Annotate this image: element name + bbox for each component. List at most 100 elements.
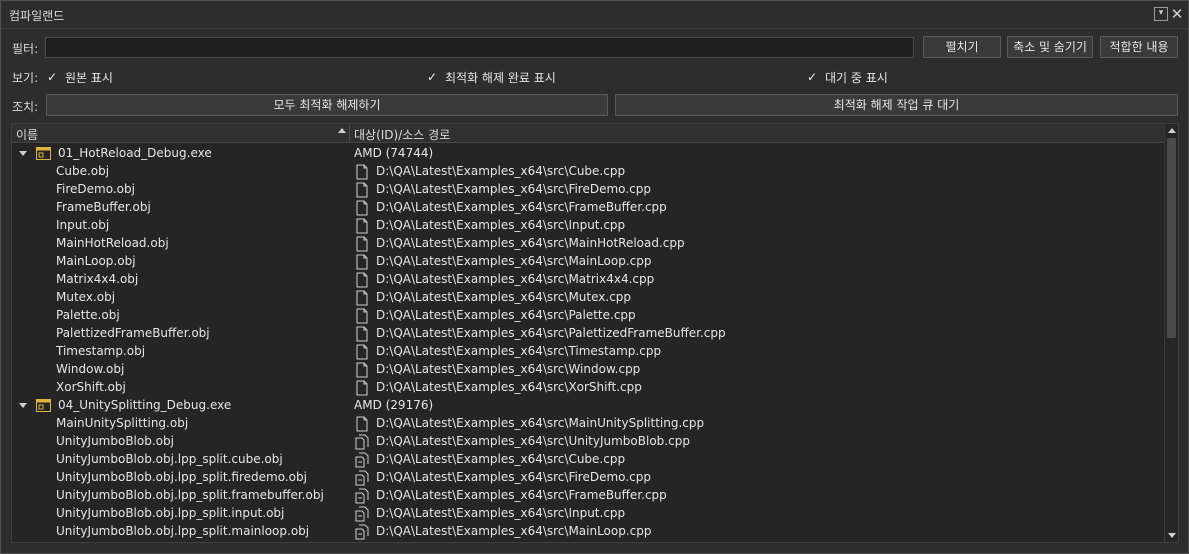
tree-item-row[interactable]: PalettizedFrameBuffer.obj D:\QA\Latest\Ex…: [12, 325, 1165, 343]
scroll-up-icon[interactable]: [1168, 128, 1176, 133]
executable-icon: [36, 147, 51, 160]
view-label: 보기:: [12, 71, 39, 85]
file-icon: [355, 380, 369, 396]
compiland-tree[interactable]: 이름 대상(ID)/소스 경로 01_HotReload_Debug.exe AM…: [11, 123, 1179, 543]
tree-item-row[interactable]: UnityJumboBlob.obj.lpp_split.mainloop.ob…: [12, 523, 1165, 541]
tree-item-row[interactable]: Palette.obj D:\QA\Latest\Examples_x64\src…: [12, 307, 1165, 325]
source-path: D:\QA\Latest\Examples_x64\src\MainUnityS…: [376, 416, 705, 430]
object-file-name: UnityJumboBlob.obj.lpp_split.cube.obj: [56, 452, 283, 466]
object-file-name: XorShift.obj: [56, 380, 126, 394]
close-icon[interactable]: ✕: [1170, 7, 1184, 22]
source-path: D:\QA\Latest\Examples_x64\src\MainHotRel…: [376, 236, 685, 250]
window-title: 컴파일랜드: [9, 9, 65, 23]
tree-item-row[interactable]: FireDemo.obj D:\QA\Latest\Examples_x64\sr…: [12, 181, 1165, 199]
expand-button[interactable]: 펼치기: [923, 36, 1001, 58]
split-file-icon: [355, 506, 369, 522]
object-file-name: MainUnitySplitting.obj: [56, 416, 189, 430]
tree-item-row[interactable]: Window.obj D:\QA\Latest\Examples_x64\src\…: [12, 361, 1165, 379]
executable-name: 04_UnitySplitting_Debug.exe: [58, 398, 232, 412]
source-path: D:\QA\Latest\Examples_x64\src\Input.cpp: [376, 506, 626, 520]
split-file-icon: [355, 524, 369, 540]
tree-item-row[interactable]: MainLoop.obj D:\QA\Latest\Examples_x64\sr…: [12, 253, 1165, 271]
object-file-name: Window.obj: [56, 362, 125, 376]
tree-item-row[interactable]: UnityJumboBlob.obj.lpp_split.framebuffer…: [12, 487, 1165, 505]
tree-item-row[interactable]: MainHotReload.obj D:\QA\Latest\Examples_x…: [12, 235, 1165, 253]
object-file-name: Cube.obj: [56, 164, 110, 178]
file-icon: [355, 164, 369, 180]
tree-item-row[interactable]: Input.obj D:\QA\Latest\Examples_x64\src\I…: [12, 217, 1165, 235]
column-header-name[interactable]: 이름: [16, 126, 38, 143]
file-icon: [355, 326, 369, 342]
checkmark-icon: ✓: [807, 70, 818, 84]
tree-item-row[interactable]: UnityJumboBlob.obj.lpp_split.firedemo.ob…: [12, 469, 1165, 487]
source-path: D:\QA\Latest\Examples_x64\src\Palettized…: [376, 326, 726, 340]
file-icon: [355, 272, 369, 288]
tree-item-row[interactable]: Timestamp.obj D:\QA\Latest\Examples_x64\s…: [12, 343, 1165, 361]
column-separator[interactable]: [349, 124, 350, 143]
tree-item-row[interactable]: UnityJumboBlob.obj D:\QA\Latest\Examples_…: [12, 433, 1165, 451]
file-icon: [355, 416, 369, 432]
column-header-target[interactable]: 대상(ID)/소스 경로: [354, 126, 450, 143]
show-original-label: 원본 표시: [65, 70, 113, 85]
expand-toggle-icon[interactable]: [19, 151, 27, 156]
source-path: D:\QA\Latest\Examples_x64\src\Cube.cpp: [376, 452, 626, 466]
split-file-icon: [355, 470, 369, 486]
file-icon: [355, 344, 369, 360]
file-icon: [355, 218, 369, 234]
object-file-name: MainHotReload.obj: [56, 236, 169, 250]
scroll-down-icon[interactable]: [1168, 533, 1176, 538]
queue-deoptimization-button[interactable]: 최적화 해제 작업 큐 대기: [615, 94, 1178, 116]
collapse-hide-button[interactable]: 축소 및 숨기기: [1007, 36, 1093, 58]
object-file-name: UnityJumboBlob.obj.lpp_split.mainloop.ob…: [56, 524, 310, 538]
source-path: D:\QA\Latest\Examples_x64\src\MainLoop.c…: [376, 524, 652, 538]
filter-input[interactable]: [45, 37, 914, 58]
tree-item-row[interactable]: MainUnitySplitting.obj D:\QA\Latest\Examp…: [12, 415, 1165, 433]
split-file-icon: [355, 452, 369, 468]
source-path: D:\QA\Latest\Examples_x64\src\Cube.cpp: [376, 164, 626, 178]
object-file-name: Matrix4x4.obj: [56, 272, 139, 286]
title-bar: 컴파일랜드 ▾ ✕: [1, 1, 1188, 29]
tree-item-row[interactable]: Cube.obj D:\QA\Latest\Examples_x64\src\Cu…: [12, 163, 1165, 181]
source-path: D:\QA\Latest\Examples_x64\src\FireDemo.c…: [376, 182, 651, 196]
process-target: AMD (74744): [354, 146, 434, 160]
object-file-name: Palette.obj: [56, 308, 120, 322]
vertical-scrollbar[interactable]: [1164, 124, 1178, 542]
tree-item-row[interactable]: UnityJumboBlob.obj.lpp_split.input.obj D:…: [12, 505, 1165, 523]
source-path: D:\QA\Latest\Examples_x64\src\FrameBuffe…: [376, 200, 667, 214]
deoptimize-all-button[interactable]: 모두 최적화 해제하기: [46, 94, 608, 116]
object-file-name: MainLoop.obj: [56, 254, 136, 268]
show-deoptimized-label: 최적화 해제 완료 표시: [445, 70, 556, 85]
show-deoptimized-checkbox[interactable]: ✓ 최적화 해제 완료 표시: [427, 69, 556, 85]
file-icon: [355, 200, 369, 216]
source-path: D:\QA\Latest\Examples_x64\src\FrameBuffe…: [376, 488, 667, 502]
object-file-name: UnityJumboBlob.obj.lpp_split.framebuffer…: [56, 488, 324, 502]
tree-item-row[interactable]: FrameBuffer.obj D:\QA\Latest\Examples_x64…: [12, 199, 1165, 217]
show-pending-label: 대기 중 표시: [825, 70, 888, 85]
tree-item-row[interactable]: Matrix4x4.obj D:\QA\Latest\Examples_x64\s…: [12, 271, 1165, 289]
source-path: D:\QA\Latest\Examples_x64\src\Window.cpp: [376, 362, 641, 376]
process-target: AMD (29176): [354, 398, 434, 412]
object-file-name: FireDemo.obj: [56, 182, 135, 196]
tree-group-row[interactable]: 01_HotReload_Debug.exe AMD (74744): [12, 145, 1165, 163]
executable-icon: [36, 399, 51, 412]
object-file-name: FrameBuffer.obj: [56, 200, 151, 214]
tree-item-row[interactable]: UnityJumboBlob.obj.lpp_split.cube.obj D:\…: [12, 451, 1165, 469]
show-pending-checkbox[interactable]: ✓ 대기 중 표시: [807, 69, 888, 85]
source-path: D:\QA\Latest\Examples_x64\src\XorShift.c…: [376, 380, 642, 394]
tree-header: 이름 대상(ID)/소스 경로: [12, 124, 1165, 143]
tree-group-row[interactable]: 04_UnitySplitting_Debug.exe AMD (29176): [12, 397, 1165, 415]
split-file-icon: [355, 488, 369, 504]
show-original-checkbox[interactable]: ✓ 원본 표시: [47, 69, 113, 85]
tree-item-row[interactable]: XorShift.obj D:\QA\Latest\Examples_x64\sr…: [12, 379, 1165, 397]
source-path: D:\QA\Latest\Examples_x64\src\UnityJumbo…: [376, 434, 690, 448]
fit-content-button[interactable]: 적합한 내용: [1100, 36, 1178, 58]
expand-toggle-icon[interactable]: [19, 403, 27, 408]
source-path: D:\QA\Latest\Examples_x64\src\Timestamp.…: [376, 344, 662, 358]
minimize-icon[interactable]: ▾: [1154, 7, 1168, 21]
file-icon: [355, 362, 369, 378]
file-icon: [355, 254, 369, 270]
scrollbar-thumb[interactable]: [1167, 138, 1176, 338]
executable-name: 01_HotReload_Debug.exe: [58, 146, 212, 160]
tree-item-row[interactable]: Mutex.obj D:\QA\Latest\Examples_x64\src\M…: [12, 289, 1165, 307]
sort-ascending-icon: [338, 128, 346, 133]
